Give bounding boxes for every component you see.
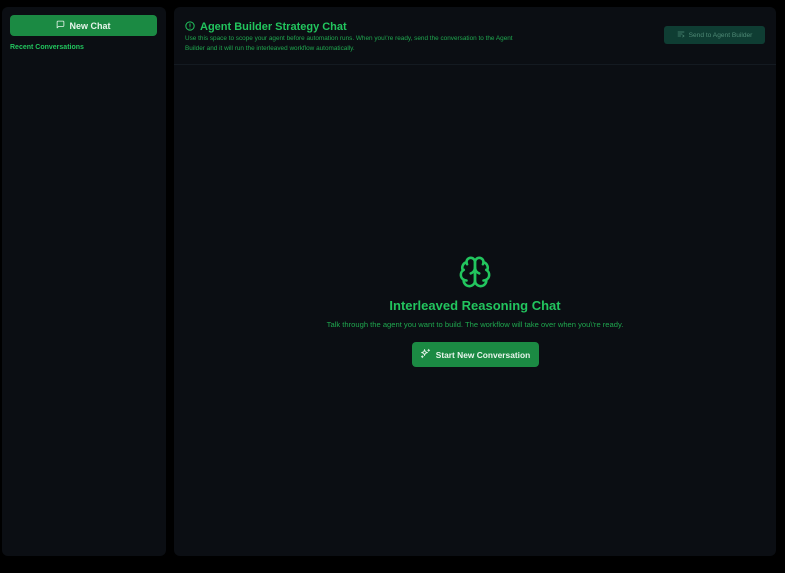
send-list-icon bbox=[677, 30, 685, 40]
chat-header: Agent Builder Strategy Chat Use this spa… bbox=[174, 7, 776, 65]
start-new-conversation-label: Start New Conversation bbox=[435, 349, 531, 360]
new-chat-label: New Chat bbox=[69, 20, 111, 31]
chat-panel: Agent Builder Strategy Chat Use this spa… bbox=[174, 7, 776, 556]
sidebar: New Chat Recent Conversations bbox=[2, 7, 166, 556]
start-new-conversation-button[interactable]: Start New Conversation bbox=[411, 342, 539, 367]
sparkles-icon bbox=[420, 348, 431, 361]
empty-state-title: Interleaved Reasoning Chat bbox=[389, 298, 561, 313]
recent-conversations-heading: Recent Conversations bbox=[10, 44, 84, 51]
page-title: Agent Builder Strategy Chat bbox=[200, 21, 347, 33]
message-square-icon bbox=[56, 20, 65, 31]
empty-state-description: Talk through the agent you want to build… bbox=[326, 320, 624, 329]
page-subtitle: Use this space to scope your agent befor… bbox=[185, 35, 513, 52]
send-label: Send to Agent Builder bbox=[688, 31, 753, 39]
new-chat-button[interactable]: New Chat bbox=[10, 15, 157, 36]
send-to-agent-builder-button[interactable]: Send to Agent Builder bbox=[664, 26, 765, 44]
brain-icon bbox=[458, 255, 492, 289]
empty-state: Interleaved Reasoning Chat Talk through … bbox=[174, 255, 776, 367]
